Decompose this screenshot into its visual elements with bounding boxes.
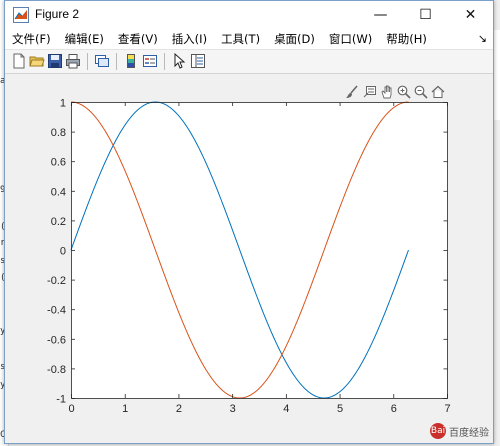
- toolbar-separator: [87, 53, 88, 70]
- menu-insert[interactable]: 插入(I): [165, 31, 214, 47]
- y-tick-label: 0.8: [51, 127, 66, 139]
- x-tick-label: 5: [337, 403, 343, 415]
- y-tick-label: -0.8: [47, 364, 66, 376]
- figure-canvas: 0 1 2 3 4 5 6 7 -1 -0.8 -0.6 -0.4 -0.2 0 0.2 0.4 0.6 0.8 1…: [5, 74, 493, 443]
- matlab-icon: [13, 7, 29, 23]
- maximize-button[interactable]: ☐: [403, 1, 448, 29]
- menu-window[interactable]: 窗口(W): [322, 31, 379, 47]
- x-tick-label: 1: [122, 403, 128, 415]
- menu-tools[interactable]: 工具(T): [214, 31, 267, 47]
- window-title: Figure 2: [35, 7, 80, 21]
- watermark-text: 百度经验: [449, 427, 489, 439]
- watermark-logo: Bai: [430, 423, 446, 439]
- menu-desktop[interactable]: 桌面(D): [267, 31, 322, 47]
- y-tick-label: -0.6: [47, 334, 66, 346]
- menu-view[interactable]: 查看(V): [111, 31, 165, 47]
- menu-bar: 文件(F) 编辑(E) 查看(V) 插入(I) 工具(T) 桌面(D) 窗口(W…: [5, 29, 493, 50]
- figure-toolbar: [5, 50, 493, 74]
- menu-edit[interactable]: 编辑(E): [58, 31, 111, 47]
- y-tick-label: -1: [56, 394, 66, 406]
- property-inspector-icon[interactable]: [190, 53, 206, 69]
- figure-window: Figure 2 — ☐ ✕ 文件(F) 编辑(E) 查看(V) 插入(I) 工…: [4, 0, 494, 444]
- minimize-button[interactable]: —: [358, 1, 403, 29]
- x-tick-label: 4: [283, 403, 289, 415]
- y-tick-label: 1: [60, 98, 66, 110]
- link-plot-icon[interactable]: [94, 53, 110, 69]
- axes-background: [71, 102, 447, 398]
- title-bar[interactable]: Figure 2 — ☐ ✕: [5, 1, 493, 29]
- y-tick-label: 0.4: [51, 186, 66, 198]
- open-file-icon[interactable]: [29, 53, 45, 69]
- x-tick-label: 3: [230, 403, 236, 415]
- x-tick-label: 2: [176, 403, 182, 415]
- y-tick-label: 0: [60, 246, 66, 258]
- y-tick-label: -0.2: [47, 275, 66, 287]
- menu-file[interactable]: 文件(F): [5, 31, 58, 47]
- colorbar-icon[interactable]: [123, 53, 139, 69]
- select-arrow-icon[interactable]: [171, 53, 187, 69]
- x-tick-label: 0: [68, 403, 74, 415]
- new-figure-icon[interactable]: [11, 53, 27, 69]
- line-chart[interactable]: 0 1 2 3 4 5 6 7 -1 -0.8 -0.6 -0.4 -0.2 0 0.2 0.4 0.6 0.8 1: [5, 74, 493, 443]
- y-tick-label: 0.2: [51, 216, 66, 228]
- print-icon[interactable]: [65, 53, 81, 69]
- save-icon[interactable]: [47, 53, 63, 69]
- x-tick-label: 7: [444, 403, 450, 415]
- toolbar-separator: [116, 53, 117, 70]
- dock-arrow-icon[interactable]: ↘: [478, 32, 487, 45]
- toolbar-separator: [164, 53, 165, 70]
- watermark: Bai 百度经验: [430, 423, 489, 439]
- y-tick-label: -0.4: [47, 305, 66, 317]
- menu-help[interactable]: 帮助(H): [379, 31, 434, 47]
- y-tick-label: 0.6: [51, 157, 66, 169]
- legend-icon[interactable]: [142, 53, 158, 69]
- x-tick-label: 6: [391, 403, 397, 415]
- close-button[interactable]: ✕: [448, 1, 493, 29]
